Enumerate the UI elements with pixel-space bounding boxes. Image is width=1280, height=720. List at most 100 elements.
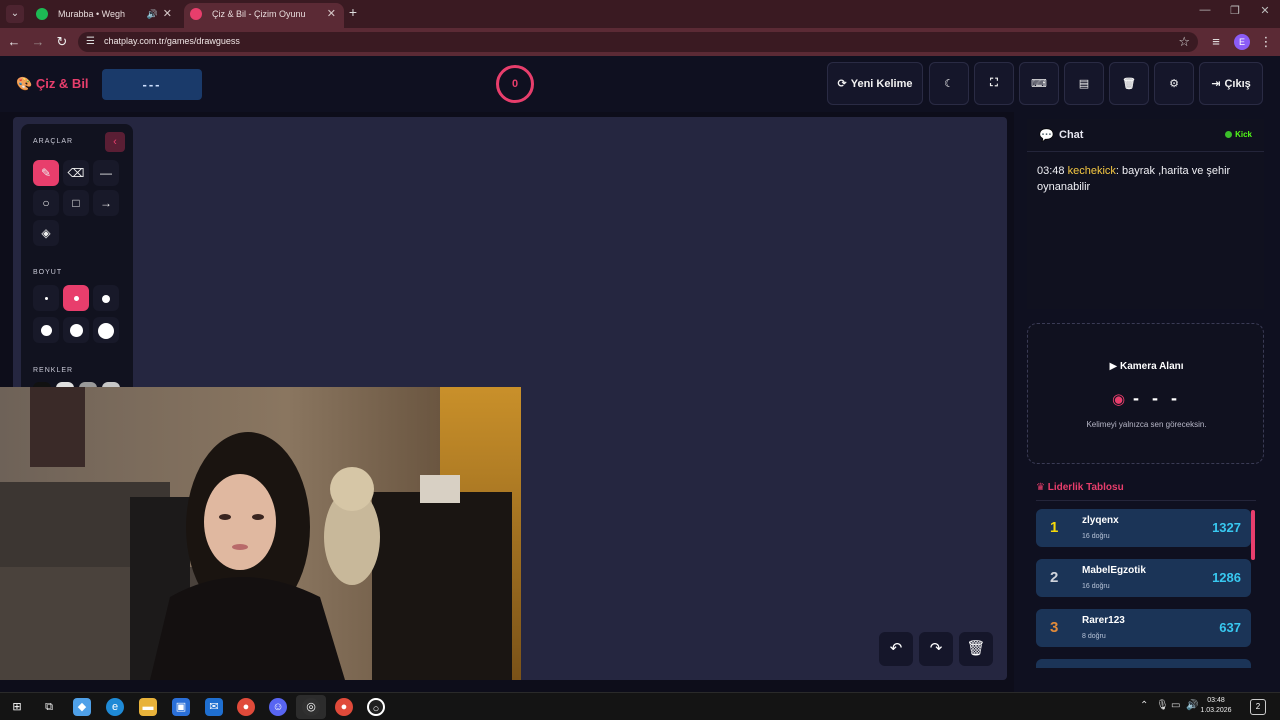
size-3-button[interactable] <box>93 285 119 311</box>
network-icon[interactable]: ▭ <box>1171 700 1180 711</box>
task-view-icon[interactable]: ⧉ <box>40 698 58 716</box>
dot-icon <box>98 322 114 339</box>
archive-button[interactable]: ▤ <box>1064 62 1104 105</box>
message-text: : bayrak ,harita ve şehir oynanabilir <box>1037 165 1231 193</box>
tab-murabba[interactable]: Murabba • Wegh 🔊 ✕ <box>30 3 180 28</box>
redo-button[interactable]: ↷ <box>919 632 953 666</box>
line-tool[interactable]: — <box>93 160 119 186</box>
webcam-overlay <box>0 387 521 680</box>
chat-header: 💬 Chat Kick <box>1027 119 1264 152</box>
microphone-icon[interactable]: 🎙 <box>1156 700 1169 711</box>
player-name: Rarer123 <box>1082 615 1125 626</box>
rank: 2 <box>1050 569 1059 586</box>
close-window-icon[interactable]: ✕ <box>1250 4 1280 17</box>
trash-icon: 🗑 <box>966 640 986 657</box>
dot-icon <box>44 297 48 301</box>
clock-time: 03:48 <box>1207 697 1225 704</box>
store-icon[interactable]: ▣ <box>172 698 190 716</box>
round-timer: 0 <box>496 65 534 103</box>
new-tab-button[interactable]: + <box>346 4 360 20</box>
streamlabs-icon[interactable]: ○ <box>367 698 385 716</box>
forward-icon[interactable]: → <box>30 34 46 49</box>
leaderboard-title: ♛ Liderlik Tablosu <box>1036 482 1124 493</box>
dot-icon <box>102 294 110 303</box>
settings-button[interactable]: ⚙ <box>1154 62 1194 105</box>
system-clock[interactable]: 03:48 1.03.2026 <box>1198 696 1234 716</box>
theme-toggle-button[interactable]: ☾ <box>929 62 969 105</box>
close-tab-icon[interactable]: ✕ <box>163 3 172 25</box>
new-word-button[interactable]: ⟳ Yeni Kelime <box>827 62 923 105</box>
current-word: --- <box>102 69 202 100</box>
mail-icon[interactable]: ✉ <box>205 698 223 716</box>
leaderboard-row: 2 MabelEgzotik 16 doğru 1286 <box>1036 559 1251 597</box>
chevron-left-icon: ‹ <box>113 136 117 148</box>
moon-icon: ☾ <box>944 78 954 90</box>
score: 1327 <box>1212 520 1241 535</box>
tab-ciz-bil[interactable]: Çiz & Bil - Çizim Oyunu ✕ <box>184 3 344 28</box>
restore-icon[interactable]: ❐ <box>1220 4 1250 17</box>
rectangle-tool[interactable]: □ <box>63 190 89 216</box>
size-1-button[interactable] <box>33 285 59 311</box>
camera-title: ▶ Kamera Alanı <box>1028 361 1265 372</box>
clear-canvas-button[interactable]: 🗑 <box>959 632 993 666</box>
eraser-tool[interactable]: ⌫ <box>63 160 89 186</box>
chrome-icon[interactable]: ● <box>237 698 255 716</box>
size-2-button[interactable] <box>63 285 89 311</box>
discord-icon[interactable]: ☺ <box>269 698 287 716</box>
reload-icon[interactable]: ↻ <box>54 34 70 50</box>
dot-icon <box>69 324 83 338</box>
copilot-icon[interactable]: ◆ <box>73 698 91 716</box>
audio-icon[interactable]: 🔊 <box>147 3 158 25</box>
score: 637 <box>1219 620 1241 635</box>
site-info-icon[interactable]: ☰ <box>86 36 95 47</box>
back-icon[interactable]: ← <box>6 34 22 49</box>
menu-icon[interactable]: ⋮ <box>1258 34 1274 50</box>
arrow-tool[interactable]: → <box>93 190 119 216</box>
video-camera-icon: ▶ <box>1109 361 1118 372</box>
exit-label: Çıkış <box>1224 77 1251 90</box>
volume-icon[interactable]: 🔊 <box>1186 700 1198 711</box>
exit-button[interactable]: ⇥ Çıkış <box>1199 62 1263 105</box>
size-4-button[interactable] <box>33 317 59 343</box>
collapse-panel-button[interactable]: ‹ <box>105 132 125 152</box>
keyboard-icon: ⌨ <box>1031 78 1047 90</box>
notification-badge[interactable]: 2 <box>1250 699 1266 715</box>
new-word-label: Yeni Kelime <box>850 77 913 90</box>
start-icon[interactable]: ⊞ <box>8 698 26 716</box>
url-field[interactable]: ☰ chatplay.com.tr/games/drawguess ☆ <box>78 32 1198 52</box>
delete-button[interactable]: 🗑 <box>1109 62 1149 105</box>
comments-icon: 💬 <box>1039 128 1054 142</box>
fill-tool[interactable]: ◈ <box>33 220 59 246</box>
minimize-icon[interactable]: — <box>1190 4 1220 16</box>
file-explorer-icon[interactable]: ▬ <box>139 698 157 716</box>
obs-icon[interactable]: ◎ <box>302 698 320 716</box>
kick-status: Kick <box>1225 130 1252 139</box>
leaderboard-row-partial <box>1036 659 1251 668</box>
reading-list-icon[interactable]: ≡ <box>1208 34 1224 49</box>
close-tab-icon[interactable]: ✕ <box>327 3 336 25</box>
size-6-button[interactable] <box>93 317 119 343</box>
tray-chevron-icon[interactable]: ⌃ <box>1140 700 1148 711</box>
size-5-button[interactable] <box>63 317 89 343</box>
archive-icon: ▤ <box>1078 78 1090 90</box>
platform-label: Kick <box>1235 130 1252 139</box>
colors-heading: RENKLER <box>33 367 74 374</box>
gear-icon: ⚙ <box>1169 78 1179 90</box>
undo-button[interactable]: ↶ <box>879 632 913 666</box>
bookmark-star-icon[interactable]: ☆ <box>1178 34 1190 50</box>
chrome-profile-icon[interactable]: ● <box>335 698 353 716</box>
chat-panel: 💬 Chat Kick 03:48 kechekick: bayrak ,har… <box>1027 119 1264 309</box>
keyboard-button[interactable]: ⌨ <box>1019 62 1059 105</box>
edge-icon[interactable]: e <box>106 698 124 716</box>
leaderboard-row: 1 zlyqenx 16 doğru 1327 <box>1036 509 1251 547</box>
tools-heading: ARAÇLAR <box>33 138 74 145</box>
brush-tool[interactable]: ✎ <box>33 160 59 186</box>
browser-tab-strip: ⌄ Murabba • Wegh 🔊 ✕ Çiz & Bil - Çizim O… <box>0 0 1280 28</box>
app-logo: 🎨 Çiz & Bil <box>16 76 89 92</box>
taskbar: ⊞ ⧉ ◆ e ▬ ▣ ✉ ● ☺ ◎ ● ○ ⌃ 🎙 ▭ 🔊 03:48 1.… <box>0 692 1280 720</box>
tab-search-button[interactable]: ⌄ <box>6 5 24 23</box>
circle-tool[interactable]: ○ <box>33 190 59 216</box>
leaderboard-scrollbar[interactable] <box>1251 510 1255 560</box>
profile-avatar[interactable]: E <box>1234 34 1250 50</box>
fullscreen-button[interactable]: ⛶ <box>974 62 1014 105</box>
